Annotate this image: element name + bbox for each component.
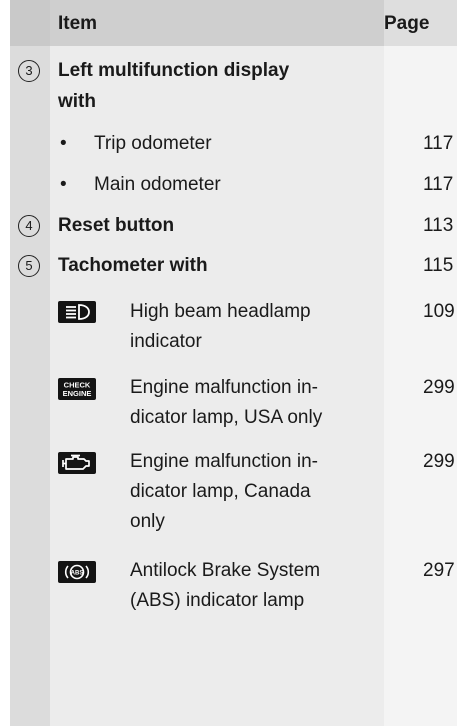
number-column bbox=[10, 0, 50, 726]
callout-number-5: 5 bbox=[18, 255, 40, 277]
page-ref: 299 bbox=[423, 451, 455, 472]
list-item-trip-odometer: Trip odometer bbox=[94, 133, 212, 154]
indicator-label-line1: Engine malfunction in- bbox=[130, 377, 318, 398]
callout-number-3: 3 bbox=[18, 60, 40, 82]
indicator-label-line2: (ABS) indicator lamp bbox=[130, 590, 305, 611]
page-ref: 113 bbox=[423, 215, 454, 236]
check-engine-icon: CHECK ENGINE bbox=[58, 378, 96, 400]
bullet: • bbox=[60, 133, 67, 154]
row-title-line2: with bbox=[58, 91, 96, 112]
high-beam-icon bbox=[58, 301, 96, 323]
manual-page: Item Page 3 Left multifunction display w… bbox=[0, 0, 457, 726]
indicator-label-line2: dicator lamp, USA only bbox=[130, 407, 323, 428]
header-page: Page bbox=[384, 13, 430, 34]
indicator-label-line1: High beam headlamp bbox=[130, 301, 311, 322]
page-column bbox=[384, 0, 457, 726]
row-title-reset-button: Reset button bbox=[58, 215, 175, 236]
engine-icon bbox=[58, 452, 96, 474]
indicator-label-line2: dicator lamp, Canada bbox=[130, 481, 311, 502]
callout-number-4: 4 bbox=[18, 215, 40, 237]
svg-text:ENGINE: ENGINE bbox=[63, 389, 92, 398]
page-ref: 117 bbox=[423, 174, 454, 195]
header-item: Item bbox=[58, 13, 98, 34]
indicator-label-line1: Engine malfunction in- bbox=[130, 451, 318, 472]
page-ref: 299 bbox=[423, 377, 455, 398]
row-title-line1: Left multifunction display bbox=[58, 60, 290, 81]
page-ref: 297 bbox=[423, 560, 455, 581]
list-item-main-odometer: Main odometer bbox=[94, 174, 221, 195]
abs-icon: ABS bbox=[58, 561, 96, 583]
row-title-tachometer: Tachometer with bbox=[58, 255, 208, 276]
indicator-label-line2: indicator bbox=[130, 331, 202, 352]
page-ref: 117 bbox=[423, 133, 454, 154]
indicator-label-line3: only bbox=[130, 511, 165, 532]
page-ref: 115 bbox=[423, 255, 454, 276]
svg-text:ABS: ABS bbox=[71, 571, 84, 577]
item-column bbox=[50, 0, 384, 726]
indicator-label-line1: Antilock Brake System bbox=[130, 560, 321, 581]
bullet: • bbox=[60, 174, 67, 195]
page-ref: 109 bbox=[423, 301, 455, 322]
